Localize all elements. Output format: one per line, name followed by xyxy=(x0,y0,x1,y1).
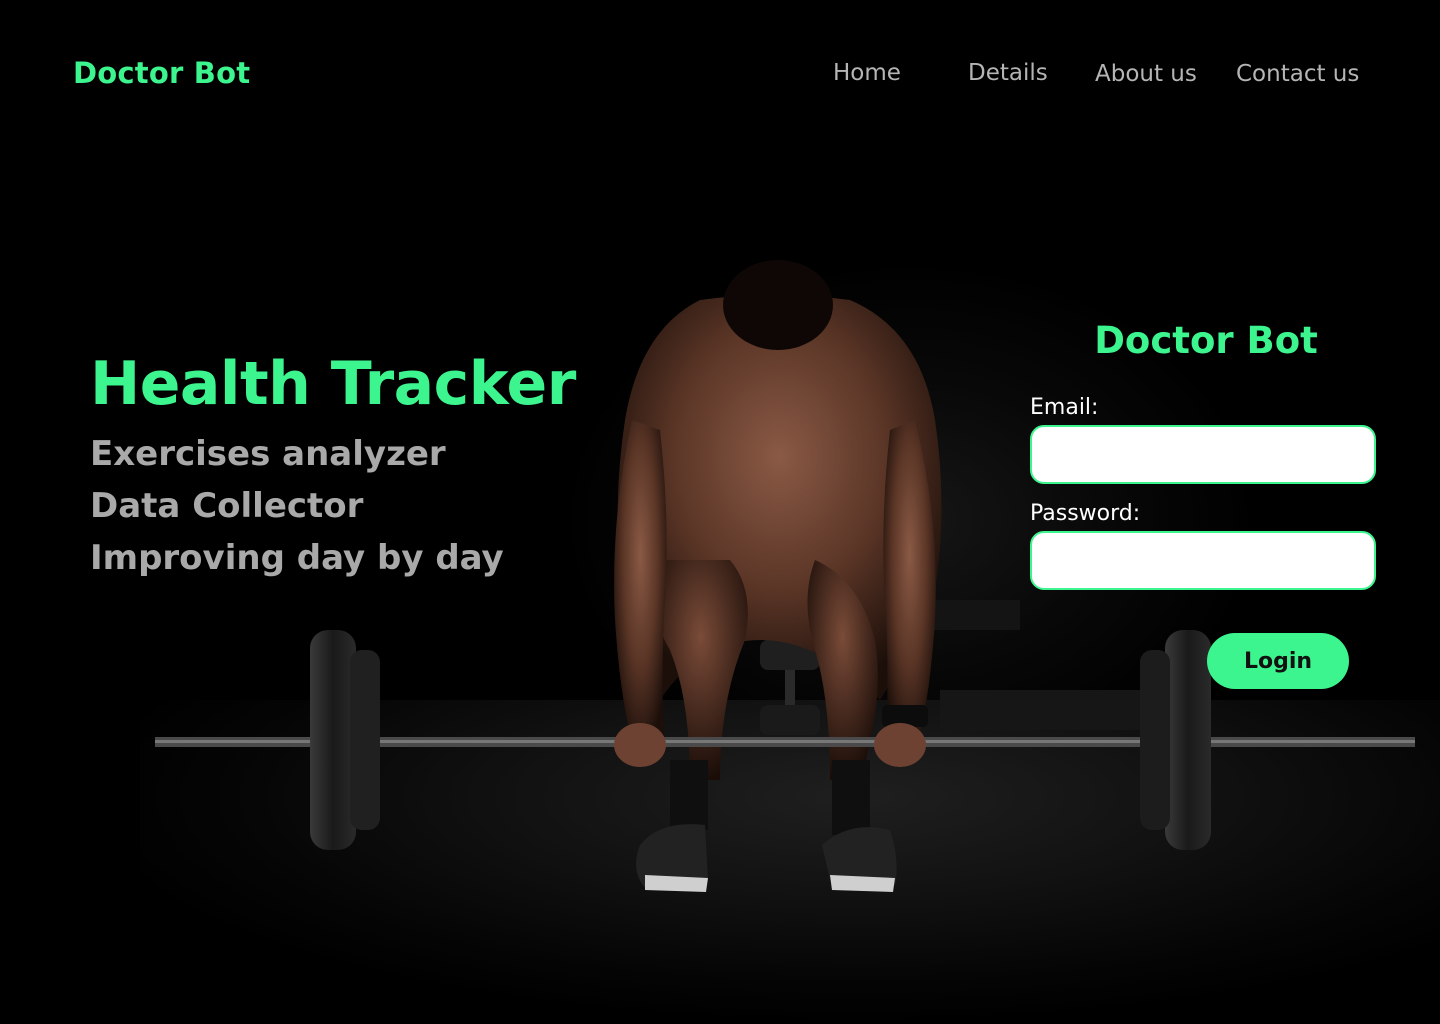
feature-item-improving: Improving day by day xyxy=(90,538,504,578)
login-button[interactable]: Login xyxy=(1207,633,1349,689)
feature-list: Exercises analyzer Data Collector Improv… xyxy=(90,428,576,584)
feature-item-data: Data Collector xyxy=(90,486,364,526)
password-field[interactable] xyxy=(1030,531,1376,590)
top-navbar: Doctor Bot Home Details About us Contact… xyxy=(0,0,1440,150)
login-form: Doctor Bot Email: Password: Login xyxy=(1030,318,1376,689)
email-field[interactable] xyxy=(1030,425,1376,484)
nav-link-details[interactable]: Details xyxy=(968,60,1048,86)
email-label: Email: xyxy=(1030,395,1099,420)
nav-link-contact-us[interactable]: Contact us xyxy=(1236,61,1359,87)
password-label: Password: xyxy=(1030,501,1141,526)
hero-section: Health Tracker Exercises analyzer Data C… xyxy=(90,348,576,584)
brand-logo[interactable]: Doctor Bot xyxy=(73,56,250,90)
feature-item-exercises: Exercises analyzer xyxy=(90,434,446,474)
nav-link-about-us[interactable]: About us xyxy=(1095,61,1197,87)
login-title: Doctor Bot xyxy=(1094,319,1318,362)
hero-title: Health Tracker xyxy=(90,349,576,419)
nav-link-home[interactable]: Home xyxy=(833,60,901,86)
